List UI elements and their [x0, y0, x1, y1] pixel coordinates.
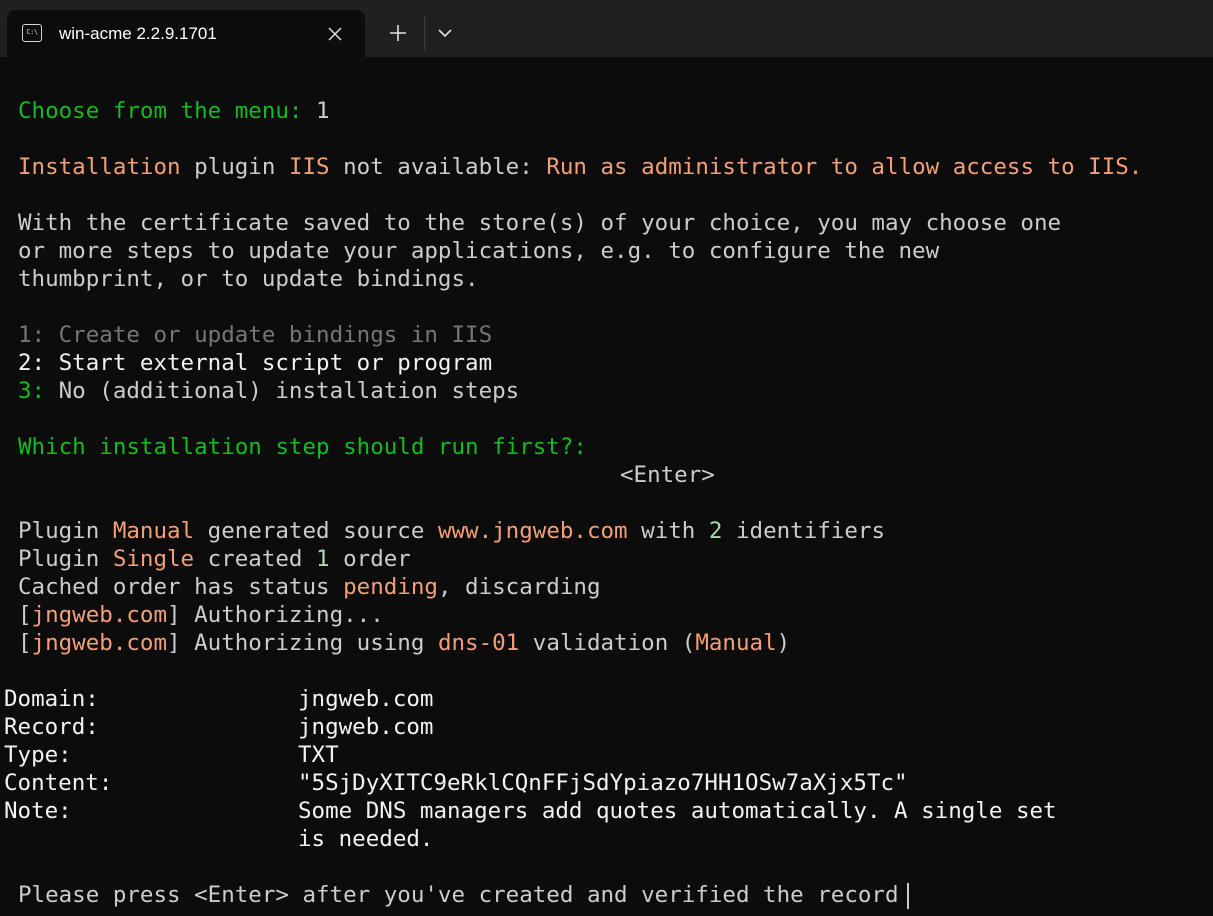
- tab-title: win-acme 2.2.9.1701: [59, 24, 217, 43]
- log-text: Manual: [112, 518, 195, 544]
- warning-text: not available:: [329, 154, 547, 180]
- record-label: Content:: [4, 770, 113, 796]
- option-label: Start external script or program: [45, 350, 493, 376]
- log-text: 1: [316, 546, 330, 572]
- record-value: is needed.: [298, 826, 434, 852]
- record-note: Note: Some DNS managers add quotes automa…: [0, 797, 1213, 825]
- log-text: validation (: [519, 630, 696, 656]
- chevron-down-icon[interactable]: [430, 18, 460, 48]
- terminal-icon: C:\: [22, 24, 42, 42]
- record-value: TXT: [298, 742, 339, 768]
- plugin-manual-line: Plugin Manual generated source www.jngwe…: [0, 517, 1213, 545]
- log-text: jngweb.com: [31, 602, 168, 628]
- log-text: jngweb.com: [31, 630, 168, 656]
- log-text: [: [18, 602, 32, 628]
- record-label: Note:: [4, 798, 72, 824]
- option-2: 2: Start external script or program: [0, 349, 1213, 377]
- log-text: [: [18, 630, 32, 656]
- menu-prompt: Choose from the menu:: [18, 98, 303, 124]
- option-label: Create or update bindings in IIS: [45, 322, 493, 348]
- warning-text: IIS: [288, 154, 330, 180]
- record-value: Some DNS managers add quotes automatical…: [298, 798, 1057, 824]
- log-text: ): [776, 630, 791, 656]
- final-prompt-line: Please press <Enter> after you've create…: [0, 881, 1213, 909]
- description-line: or more steps to update your application…: [18, 238, 940, 264]
- record-domain: Domain: jngweb.com: [0, 685, 1213, 713]
- tab-divider: [424, 16, 425, 50]
- log-text: created: [194, 546, 317, 572]
- which-step-prompt: Which installation step should run first…: [18, 434, 587, 460]
- log-text: with: [627, 518, 709, 544]
- warning-text: Installation: [18, 154, 181, 180]
- authorizing-dns-line: [jngweb.com] Authorizing using dns-01 va…: [0, 629, 1213, 657]
- record-label: Record:: [4, 714, 99, 740]
- terminal-output[interactable]: Choose from the menu: 1 Installation plu…: [0, 97, 1213, 916]
- log-text: Single: [112, 546, 195, 572]
- option-number: 2:: [18, 350, 46, 376]
- authorizing-line: [jngweb.com] Authorizing...: [0, 601, 1213, 629]
- log-text: Cached order has status: [18, 574, 344, 600]
- description-line: With the certificate saved to the store(…: [18, 210, 1062, 236]
- menu-prompt-line: Choose from the menu: 1: [0, 97, 1213, 125]
- option-number: 1:: [18, 322, 46, 348]
- plugin-single-line: Plugin Single created 1 order: [0, 545, 1213, 573]
- log-text: dns-01: [437, 630, 520, 656]
- log-text: order: [329, 546, 411, 572]
- record-content: Content: "5SjDyXITC9eRklCQnFFjSdYpiazo7HH…: [0, 769, 1213, 797]
- record-label: Domain:: [4, 686, 99, 712]
- description-line: thumbprint, or to update bindings.: [18, 266, 479, 292]
- plus-icon[interactable]: [381, 18, 415, 48]
- record-value: jngweb.com: [298, 686, 434, 712]
- install-warning-line: Installation plugin IIS not available: R…: [0, 153, 1213, 181]
- record-note-cont: is needed.: [0, 825, 1213, 853]
- record-record: Record: jngweb.com: [0, 713, 1213, 741]
- terminal-tab[interactable]: C:\ win-acme 2.2.9.1701: [7, 10, 365, 57]
- final-prompt: Please press <Enter> after you've create…: [18, 882, 899, 908]
- warning-text: Run as administrator to allow access to …: [546, 154, 1143, 180]
- log-text: Plugin: [18, 518, 113, 544]
- cached-order-line: Cached order has status pending, discard…: [0, 573, 1213, 601]
- close-icon[interactable]: [325, 24, 345, 44]
- log-text: , discarding: [437, 574, 601, 600]
- menu-answer: 1: [316, 98, 330, 124]
- record-value: jngweb.com: [298, 714, 434, 740]
- text-cursor: [906, 882, 909, 909]
- option-number: 3:: [18, 378, 46, 404]
- record-type: Type: TXT: [0, 741, 1213, 769]
- record-value: "5SjDyXITC9eRklCQnFFjSdYpiazo7HH1OSw7aXj…: [298, 770, 908, 796]
- log-text: ] Authorizing using: [167, 630, 438, 656]
- option-3: 3: No (additional) installation steps: [0, 377, 1213, 405]
- log-text: ] Authorizing...: [167, 602, 384, 628]
- log-text: www.jngweb.com: [437, 518, 628, 544]
- record-label: Type:: [4, 742, 72, 768]
- log-text: identifiers: [722, 518, 885, 544]
- log-text: Manual: [695, 630, 777, 656]
- warning-text: plugin: [180, 154, 289, 180]
- log-text: 2: [708, 518, 723, 544]
- option-1: 1: Create or update bindings in IIS: [0, 321, 1213, 349]
- log-text: generated source: [194, 518, 438, 544]
- title-bar: C:\ win-acme 2.2.9.1701: [0, 0, 1213, 57]
- log-text: pending: [343, 574, 438, 600]
- log-text: Plugin: [18, 546, 113, 572]
- option-label: No (additional) installation steps: [45, 378, 520, 404]
- enter-response: <Enter>: [620, 462, 715, 488]
